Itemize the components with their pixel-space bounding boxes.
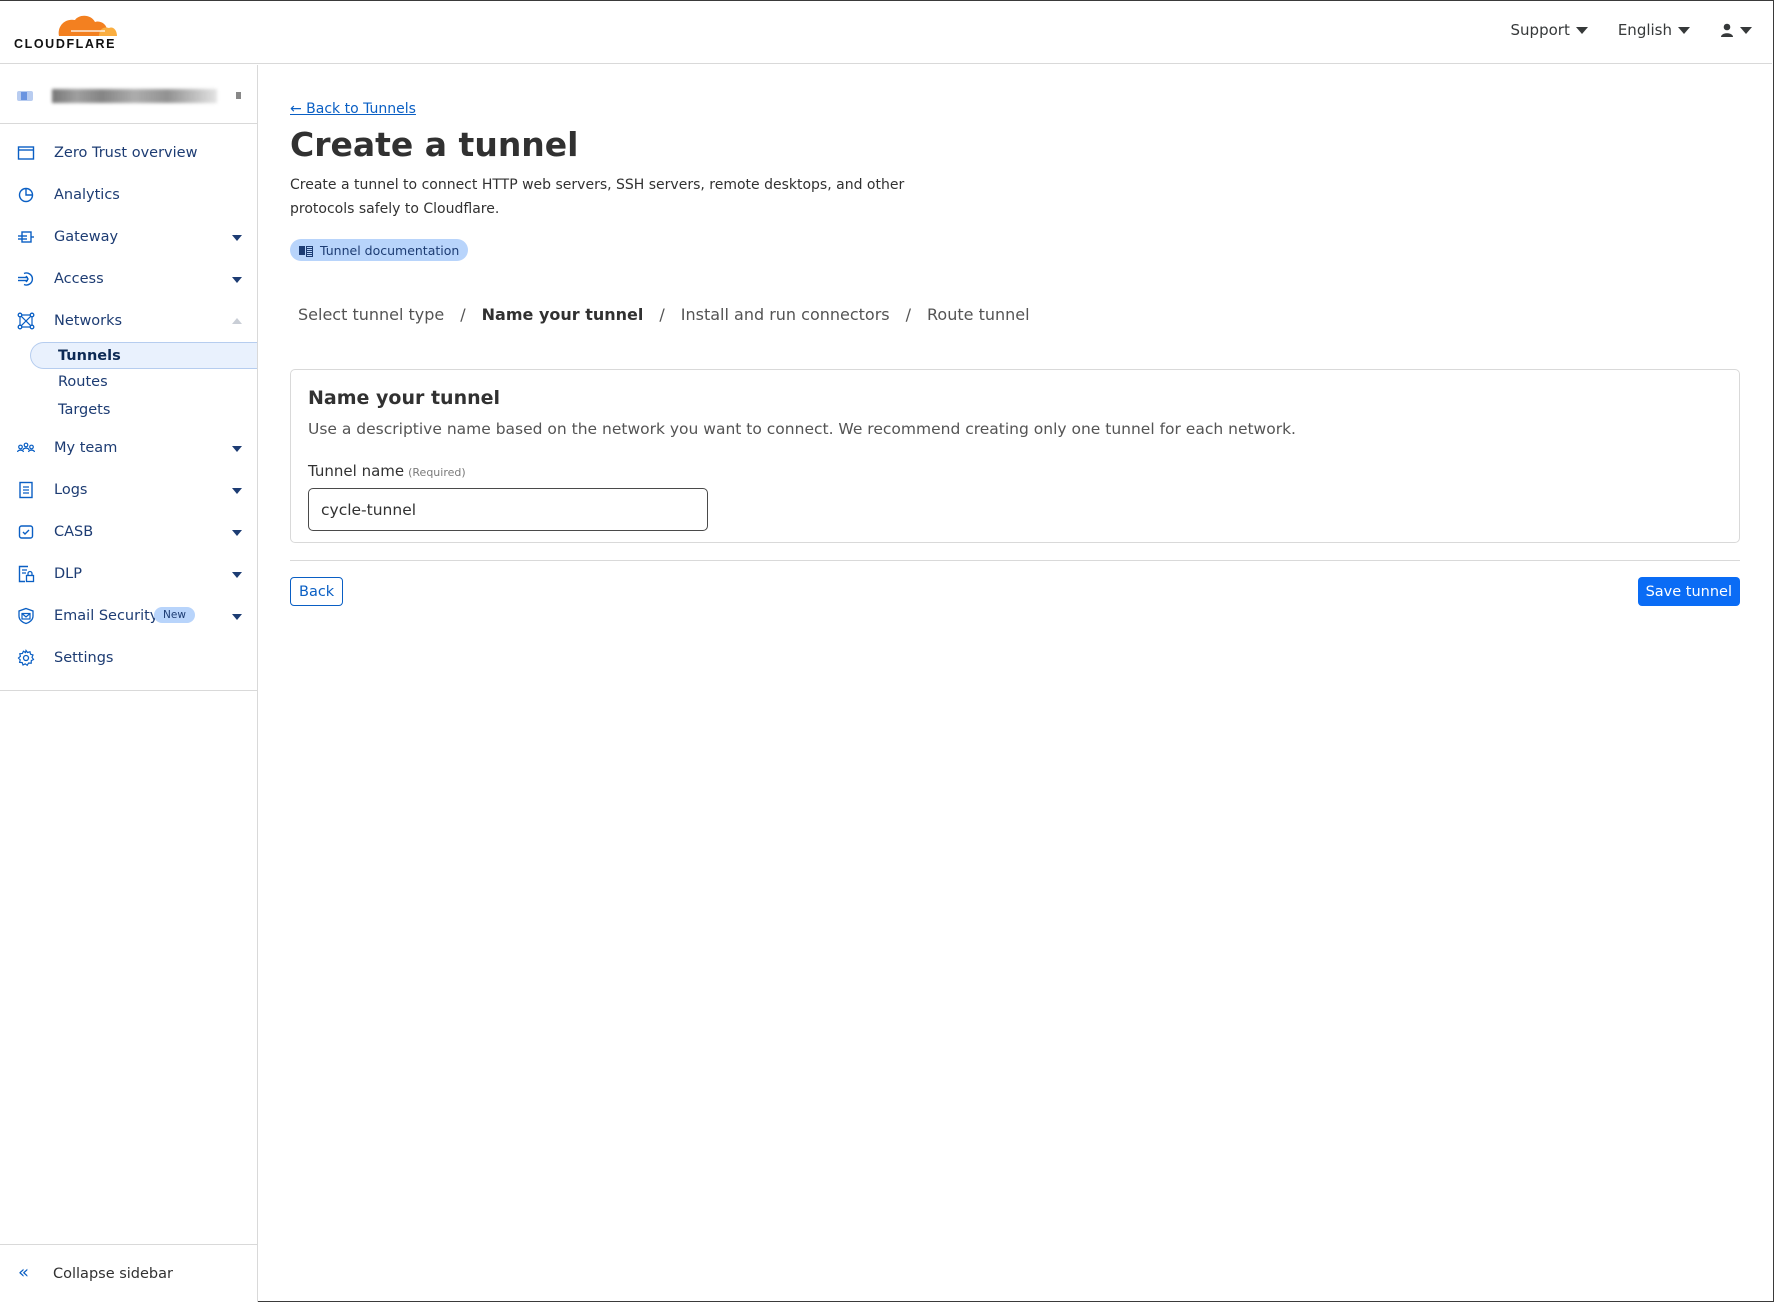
support-label: Support	[1510, 21, 1570, 39]
dlp-icon	[18, 565, 35, 583]
sidebar-item-label: Zero Trust overview	[54, 145, 198, 161]
support-menu[interactable]: Support	[1511, 21, 1588, 39]
email-security-icon	[18, 607, 34, 625]
save-tunnel-button[interactable]: Save tunnel	[1637, 577, 1740, 606]
brand-wordmark: CLOUDFLARE	[14, 37, 117, 51]
step-install-run-connectors: Install and run connectors	[680, 305, 890, 324]
new-badge: New	[154, 607, 195, 623]
language-menu[interactable]: English	[1618, 21, 1690, 39]
step-separator: /	[905, 305, 912, 324]
sidebar-item-access[interactable]: Access	[0, 258, 257, 300]
language-label: English	[1617, 21, 1672, 39]
access-icon	[18, 272, 34, 286]
back-to-tunnels-link[interactable]: ← Back to Tunnels	[290, 101, 416, 117]
back-button[interactable]: Back	[290, 577, 344, 606]
sidebar-item-label: Networks	[54, 313, 123, 329]
chevron-down-icon	[232, 614, 242, 620]
sidebar-subitem-label: Tunnels	[58, 348, 121, 364]
doc-badge-label: Tunnel documentation	[320, 242, 460, 258]
sidebar-item-settings[interactable]: Settings	[0, 637, 257, 679]
caret-down-icon	[1740, 26, 1752, 34]
name-tunnel-card: Name your tunnel Use a descriptive name …	[290, 369, 1740, 543]
chevron-down-icon	[232, 277, 242, 283]
caret-down-icon	[1678, 26, 1690, 34]
sidebar-subitem-label: Targets	[58, 402, 111, 418]
sidebar-item-label: Analytics	[54, 187, 120, 203]
logs-icon	[19, 481, 33, 499]
sidebar-item-label: DLP	[54, 566, 82, 582]
user-menu[interactable]	[1720, 23, 1752, 37]
card-description: Use a descriptive name based on the netw…	[308, 420, 1296, 438]
sidebar-item-casb[interactable]: CASB	[0, 511, 257, 553]
sidebar-item-zero-trust-overview[interactable]: Zero Trust overview	[0, 132, 257, 174]
tunnel-name-input[interactable]	[308, 488, 708, 531]
cloudflare-logo[interactable]: CLOUDFLARE	[13, 12, 123, 52]
card-title: Name your tunnel	[308, 387, 501, 409]
account-name-redacted	[52, 89, 217, 103]
sidebar-item-analytics[interactable]: Analytics	[0, 174, 257, 216]
sidebar-item-label: Settings	[54, 650, 114, 666]
top-nav: Support English	[1511, 21, 1752, 39]
step-separator: /	[659, 305, 665, 324]
gear-icon	[17, 649, 35, 667]
pie-chart-icon	[18, 187, 34, 203]
sidebar-subitem-routes[interactable]: Routes	[0, 369, 257, 397]
sidebar-item-label: Email Security	[54, 608, 159, 624]
sidebar-item-label: My team	[54, 440, 118, 456]
browser-window-icon	[17, 146, 35, 160]
sidebar-item-label: CASB	[54, 524, 94, 540]
step-select-tunnel-type: Select tunnel type	[298, 305, 445, 324]
step-name-your-tunnel: Name your tunnel	[481, 305, 644, 324]
sidebar-item-networks[interactable]: Networks	[0, 300, 257, 342]
sidebar-nav: Zero Trust overview Analytics Gateway Ac…	[0, 124, 257, 691]
sidebar-item-label: Logs	[54, 482, 88, 498]
step-breadcrumb: Select tunnel type / Name your tunnel / …	[298, 305, 1030, 324]
sidebar-subitem-label: Routes	[58, 374, 108, 390]
account-menu-icon	[236, 92, 241, 99]
cloudflare-cloud-icon	[58, 15, 117, 37]
user-icon	[1721, 23, 1733, 37]
sidebar-subitem-tunnels[interactable]: Tunnels	[30, 342, 257, 369]
step-route-tunnel: Route tunnel	[927, 305, 1030, 324]
chevron-down-icon	[232, 572, 242, 578]
sidebar-item-label: Gateway	[54, 229, 119, 245]
sidebar-item-label: Access	[54, 271, 104, 287]
collapse-sidebar-label: Collapse sidebar	[53, 1265, 173, 1282]
tunnel-name-label-text: Tunnel name	[308, 462, 405, 480]
gateway-icon	[18, 231, 34, 243]
step-separator: /	[460, 305, 466, 324]
collapse-sidebar-button[interactable]: « Collapse sidebar	[0, 1244, 257, 1302]
account-switcher[interactable]	[0, 65, 257, 124]
account-icon	[17, 91, 33, 101]
tunnel-name-label: Tunnel name (Required)	[308, 462, 466, 480]
top-header: CLOUDFLARE Support English	[0, 1, 1772, 64]
chevron-down-icon	[232, 446, 242, 452]
book-icon	[299, 245, 313, 257]
sidebar-item-email-security[interactable]: Email Security New	[0, 595, 257, 637]
page-title: Create a tunnel	[290, 125, 579, 164]
team-icon	[17, 442, 35, 453]
sidebar: Zero Trust overview Analytics Gateway Ac…	[0, 65, 258, 1302]
footer-divider	[290, 560, 1740, 561]
caret-down-icon	[1575, 26, 1588, 34]
network-icon	[17, 312, 35, 330]
tunnel-documentation-link[interactable]: Tunnel documentation	[290, 239, 469, 261]
sidebar-nav-divider	[0, 679, 257, 691]
casb-icon	[18, 525, 34, 539]
sidebar-item-gateway[interactable]: Gateway	[0, 216, 257, 258]
required-indicator: (Required)	[408, 466, 466, 479]
chevron-down-icon	[232, 488, 242, 494]
sidebar-item-my-team[interactable]: My team	[0, 427, 257, 469]
double-chevron-left-icon: «	[18, 1262, 30, 1283]
sidebar-subitem-targets[interactable]: Targets	[0, 397, 257, 425]
page-description: Create a tunnel to connect HTTP web serv…	[290, 177, 905, 217]
chevron-down-icon	[232, 530, 242, 536]
sidebar-item-logs[interactable]: Logs	[0, 469, 257, 511]
chevron-down-icon	[232, 235, 242, 241]
chevron-up-icon	[232, 318, 242, 324]
sidebar-item-dlp[interactable]: DLP	[0, 553, 257, 595]
